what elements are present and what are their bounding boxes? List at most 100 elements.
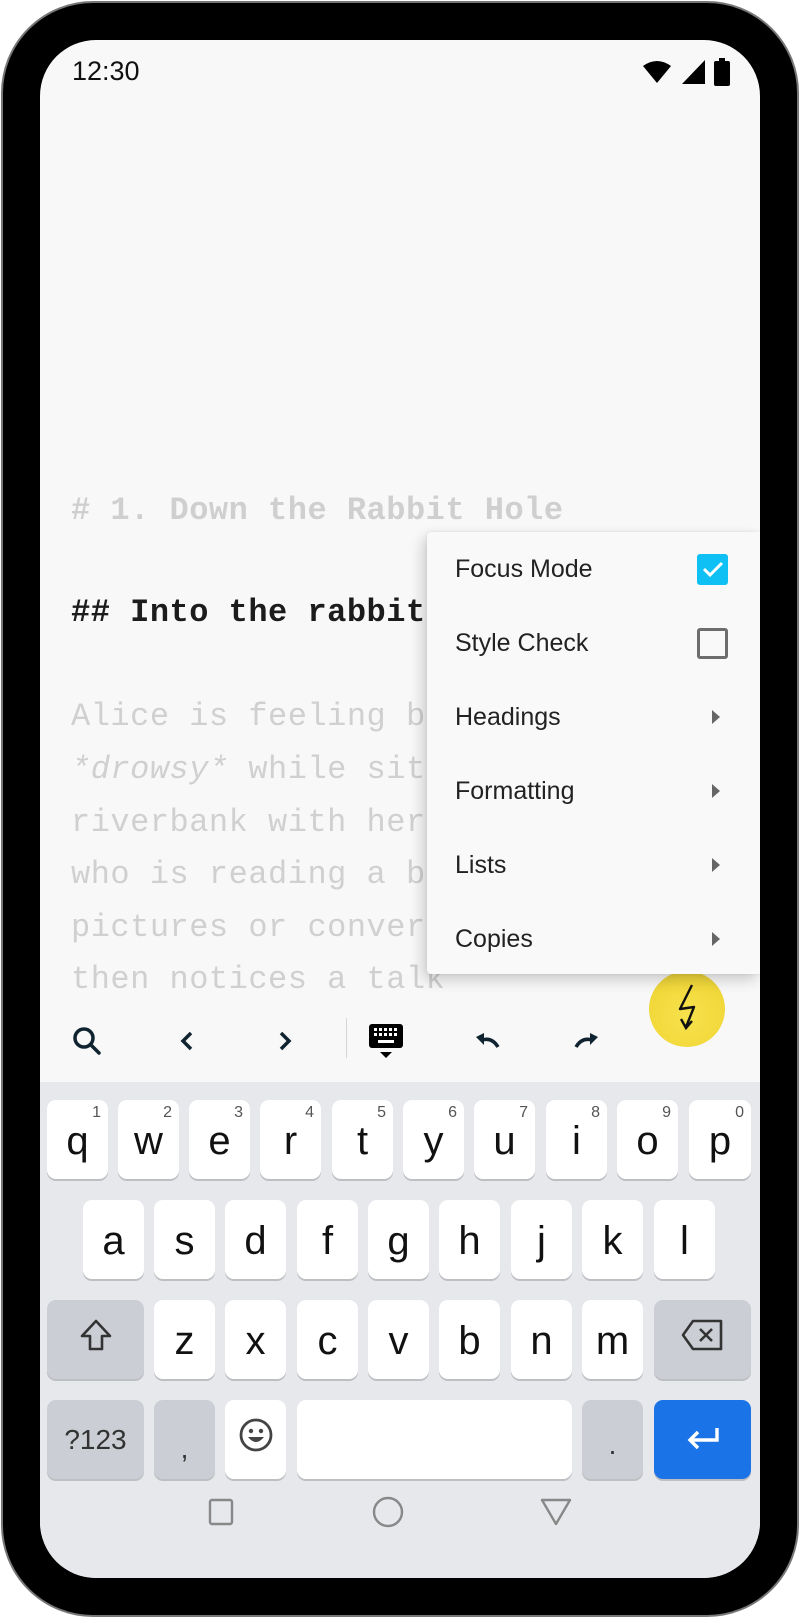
menu-item-label: Style Check bbox=[455, 628, 589, 657]
chevron-left-icon bbox=[177, 1027, 197, 1060]
key-hint: 6 bbox=[448, 1104, 457, 1121]
battery-icon bbox=[714, 58, 730, 86]
key-v[interactable]: v bbox=[368, 1300, 429, 1379]
overflow-menu: Focus Mode Style Check Headings Formatti… bbox=[427, 532, 760, 974]
key-c[interactable]: c bbox=[297, 1300, 358, 1379]
key-p[interactable]: 0p bbox=[689, 1100, 751, 1179]
key-label: e bbox=[208, 1119, 231, 1163]
key-label: z bbox=[174, 1319, 195, 1363]
next-button[interactable] bbox=[250, 1004, 320, 1082]
key-s[interactable]: s bbox=[154, 1200, 215, 1279]
key-y[interactable]: 6y bbox=[403, 1100, 464, 1179]
key-g[interactable]: g bbox=[368, 1200, 429, 1279]
key-label: t bbox=[356, 1119, 369, 1163]
backspace-key[interactable] bbox=[654, 1300, 751, 1379]
key-label: f bbox=[321, 1219, 334, 1263]
italic-word: *drowsy* bbox=[71, 751, 229, 788]
key-label: o bbox=[636, 1119, 659, 1163]
body-line: *drowsy* while sitt bbox=[71, 751, 445, 788]
home-button[interactable] bbox=[358, 1484, 418, 1544]
recents-button[interactable] bbox=[191, 1484, 251, 1544]
undo-button[interactable] bbox=[452, 1004, 522, 1082]
wifi-icon bbox=[642, 60, 672, 84]
enter-icon bbox=[685, 1417, 721, 1462]
key-w[interactable]: 2w bbox=[118, 1100, 179, 1179]
key-label: . bbox=[608, 1428, 617, 1460]
key-hint: 3 bbox=[234, 1104, 243, 1121]
key-label: y bbox=[423, 1119, 444, 1163]
hide-keyboard-button[interactable] bbox=[351, 1004, 421, 1082]
submenu-arrow-icon bbox=[712, 932, 720, 946]
key-label: d bbox=[244, 1219, 267, 1263]
key-hint: 1 bbox=[92, 1104, 101, 1121]
key-b[interactable]: b bbox=[439, 1300, 500, 1379]
chevron-right-icon bbox=[275, 1027, 295, 1060]
checkmark-icon bbox=[702, 561, 723, 578]
key-r[interactable]: 4r bbox=[260, 1100, 321, 1179]
key-hint: 9 bbox=[662, 1104, 671, 1121]
body-line: Alice is feeling bo bbox=[71, 698, 446, 735]
menu-item-label: Lists bbox=[455, 850, 507, 879]
key-t[interactable]: 5t bbox=[332, 1100, 393, 1179]
key-label: p bbox=[708, 1119, 732, 1163]
key-label: m bbox=[595, 1319, 630, 1363]
submenu-arrow-icon bbox=[712, 784, 720, 798]
menu-item-style-check[interactable]: Style Check bbox=[427, 606, 760, 680]
screen: 12:30 # 1. Down the Rabbit Hole ## Into … bbox=[40, 40, 760, 1578]
quick-actions-button[interactable] bbox=[649, 971, 725, 1047]
key-label: k bbox=[602, 1219, 623, 1263]
key-e[interactable]: 3e bbox=[189, 1100, 250, 1179]
undo-icon bbox=[472, 1029, 502, 1058]
status-icons bbox=[642, 58, 730, 86]
key-hint: 4 bbox=[305, 1104, 314, 1121]
key-z[interactable]: z bbox=[154, 1300, 215, 1379]
navigation-bar bbox=[40, 1458, 760, 1578]
key-j[interactable]: j bbox=[511, 1200, 572, 1279]
search-button[interactable] bbox=[52, 1004, 122, 1082]
menu-item-label: Formatting bbox=[455, 776, 575, 805]
back-button[interactable] bbox=[526, 1484, 586, 1544]
key-h[interactable]: h bbox=[439, 1200, 500, 1279]
key-k[interactable]: k bbox=[582, 1200, 643, 1279]
key-q[interactable]: 1q bbox=[47, 1100, 108, 1179]
menu-item-formatting[interactable]: Formatting bbox=[427, 754, 760, 828]
key-o[interactable]: 9o bbox=[617, 1100, 678, 1179]
previous-button[interactable] bbox=[152, 1004, 222, 1082]
key-l[interactable]: l bbox=[654, 1200, 715, 1279]
back-icon bbox=[540, 1497, 572, 1532]
shift-key[interactable] bbox=[47, 1300, 144, 1379]
key-hint: 5 bbox=[377, 1104, 386, 1121]
key-n[interactable]: n bbox=[511, 1300, 572, 1379]
key-a[interactable]: a bbox=[83, 1200, 144, 1279]
key-f[interactable]: f bbox=[297, 1200, 358, 1279]
menu-item-copies[interactable]: Copies bbox=[427, 902, 760, 976]
menu-item-lists[interactable]: Lists bbox=[427, 828, 760, 902]
key-d[interactable]: d bbox=[225, 1200, 286, 1279]
key-hint: 0 bbox=[735, 1104, 744, 1121]
menu-item-label: Headings bbox=[455, 702, 561, 731]
key-u[interactable]: 7u bbox=[474, 1100, 535, 1179]
style-check-checkbox[interactable] bbox=[697, 627, 728, 659]
hide-keyboard-icon bbox=[367, 1022, 405, 1065]
key-hint: 7 bbox=[519, 1104, 528, 1121]
key-i[interactable]: 8i bbox=[546, 1100, 607, 1179]
menu-item-headings[interactable]: Headings bbox=[427, 680, 760, 754]
key-label: s bbox=[174, 1219, 195, 1263]
key-hint: 8 bbox=[591, 1104, 600, 1121]
key-m[interactable]: m bbox=[582, 1300, 643, 1379]
key-label: c bbox=[317, 1319, 338, 1363]
cell-signal-icon bbox=[680, 59, 706, 85]
key-hint: 2 bbox=[163, 1104, 172, 1121]
focus-mode-checkbox[interactable] bbox=[697, 553, 728, 585]
key-x[interactable]: x bbox=[225, 1300, 286, 1379]
body-line: pictures or convers bbox=[71, 909, 446, 946]
redo-button[interactable] bbox=[552, 1004, 622, 1082]
key-label: a bbox=[102, 1219, 125, 1263]
recents-icon bbox=[207, 1498, 235, 1531]
menu-item-label: Copies bbox=[455, 924, 533, 953]
key-label: q bbox=[66, 1119, 89, 1163]
key-label: l bbox=[680, 1219, 689, 1263]
key-label: x bbox=[245, 1319, 266, 1363]
body-line-text: while sitt bbox=[248, 751, 446, 788]
menu-item-focus-mode[interactable]: Focus Mode bbox=[427, 532, 760, 606]
